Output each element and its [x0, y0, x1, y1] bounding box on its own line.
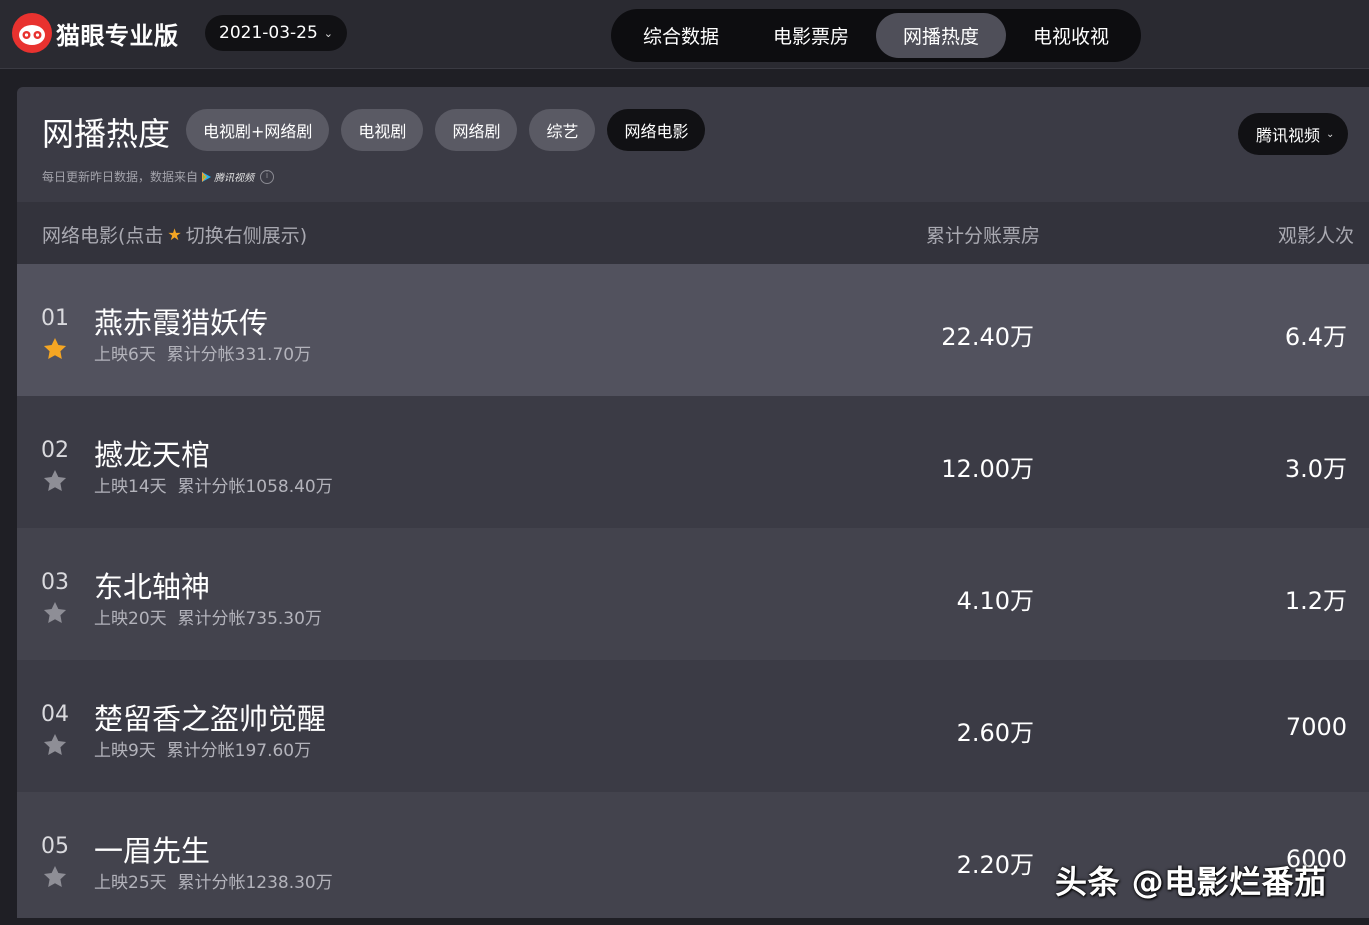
app-name: 猫眼专业版 [56, 21, 179, 50]
movie-title: 一眉先生 [94, 834, 211, 868]
table-row[interactable]: 03 东北轴神 上映20天 累计分帐735.30万 4.10万 1.2万 [17, 528, 1369, 660]
box-office-value: 12.00万 [941, 455, 1034, 483]
tab-overview[interactable]: 综合数据 [616, 13, 746, 58]
movie-title: 东北轴神 [94, 570, 211, 604]
table-row[interactable]: 01 燕赤霞猎妖传 上映6天 累计分帐331.70万 22.40万 6.4万 [17, 264, 1369, 396]
top-bar: 猫眼专业版 2021-03-25 ⌄ 综合数据 电影票房 网播热度 电视收视 [0, 0, 1369, 69]
column-header-movie-suffix: 切换右侧展示) [185, 225, 308, 247]
tencent-video-logo-text: 腾讯视频 [214, 173, 255, 184]
star-icon[interactable] [42, 336, 68, 362]
platform-select-value: 腾讯视频 [1256, 126, 1321, 145]
views-value: 3.0万 [1284, 455, 1347, 483]
ranking-list: 01 燕赤霞猎妖传 上映6天 累计分帐331.70万 22.40万 6.4万 0… [17, 264, 1369, 918]
table-row[interactable]: 02 撼龙天棺 上映14天 累计分帐1058.40万 12.00万 3.0万 [17, 396, 1369, 528]
rank-number: 02 [41, 438, 69, 463]
column-header-box-office[interactable]: 累计分账票房 [926, 221, 1040, 248]
page-title: 网播热度 [42, 115, 171, 153]
update-note-text: 每日更新昨日数据，数据来自 [42, 170, 199, 184]
column-header-views[interactable]: 观影人次 [1278, 221, 1354, 248]
rank-number: 03 [41, 570, 69, 595]
rank-number: 01 [41, 306, 69, 331]
box-office-value: 22.40万 [941, 323, 1034, 351]
main-tabs: 综合数据 电影票房 网播热度 电视收视 [611, 9, 1141, 62]
star-icon[interactable] [42, 600, 68, 626]
box-office-value: 2.20万 [956, 851, 1034, 879]
movie-subinfo: 上映6天 累计分帐331.70万 [94, 345, 312, 365]
movie-subinfo: 上映20天 累计分帐735.30万 [94, 609, 322, 629]
info-icon[interactable]: i [260, 169, 275, 184]
table-header: 网络电影(点击 ★ 切换右侧展示) 累计分账票房 观影人次 [17, 202, 1369, 264]
column-header-movie: 网络电影(点击 ★ 切换右侧展示) [42, 221, 307, 248]
box-office-value: 2.60万 [956, 719, 1034, 747]
star-icon[interactable] [42, 468, 68, 494]
streaming-heat-panel: 网播热度 电视剧+网络剧 电视剧 网络剧 综艺 网络电影 腾讯视频 ⌄ 每日更新… [17, 87, 1369, 918]
filter-variety[interactable]: 综艺 [529, 109, 596, 151]
chevron-down-icon: ⌄ [323, 26, 334, 40]
movie-title: 撼龙天棺 [94, 438, 211, 472]
tencent-video-logo: 腾讯视频 [200, 169, 254, 184]
movie-subinfo: 上映25天 累计分帐1238.30万 [94, 873, 333, 893]
filter-web-movies[interactable]: 网络电影 [607, 109, 706, 151]
tab-streaming-heat[interactable]: 网播热度 [876, 13, 1006, 58]
filter-web-series[interactable]: 网络剧 [435, 109, 518, 151]
star-icon: ★ [167, 225, 182, 244]
app-logo[interactable]: 猫眼专业版 [12, 13, 179, 53]
platform-select[interactable]: 腾讯视频 ⌄ [1238, 113, 1349, 155]
movie-title: 燕赤霞猎妖传 [94, 306, 269, 340]
movie-subinfo: 上映9天 累计分帐197.60万 [94, 741, 312, 761]
update-note: 每日更新昨日数据，数据来自 腾讯视频 i [42, 168, 275, 185]
date-value: 2021-03-25 [219, 23, 318, 43]
filter-tv-series[interactable]: 电视剧 [341, 109, 424, 151]
date-picker[interactable]: 2021-03-25 ⌄ [205, 15, 348, 51]
tab-box-office[interactable]: 电影票房 [746, 13, 876, 58]
star-icon[interactable] [42, 732, 68, 758]
tab-tv-ratings[interactable]: 电视收视 [1006, 13, 1136, 58]
box-office-value: 4.10万 [956, 587, 1034, 615]
star-icon[interactable] [42, 864, 68, 890]
rank-number: 04 [41, 702, 69, 727]
views-value: 6.4万 [1284, 323, 1347, 351]
views-value: 7000 [1285, 713, 1347, 741]
movie-subinfo: 上映14天 累计分帐1058.40万 [94, 477, 333, 497]
chevron-down-icon: ⌄ [1326, 128, 1335, 140]
views-value: 1.2万 [1284, 587, 1347, 615]
movie-title: 楚留香之盗帅觉醒 [94, 702, 327, 736]
category-filters: 电视剧+网络剧 电视剧 网络剧 综艺 网络电影 [186, 109, 717, 151]
tencent-video-icon [202, 171, 212, 182]
table-row[interactable]: 04 楚留香之盗帅觉醒 上映9天 累计分帐197.60万 2.60万 7000 [17, 660, 1369, 792]
filter-tv-and-web-series[interactable]: 电视剧+网络剧 [186, 109, 330, 151]
column-header-movie-prefix: 网络电影(点击 [42, 225, 164, 247]
rank-number: 05 [41, 834, 69, 859]
watermark: 头条 @电影烂番茄 [1055, 863, 1327, 901]
cat-eye-logo-icon [12, 13, 52, 53]
